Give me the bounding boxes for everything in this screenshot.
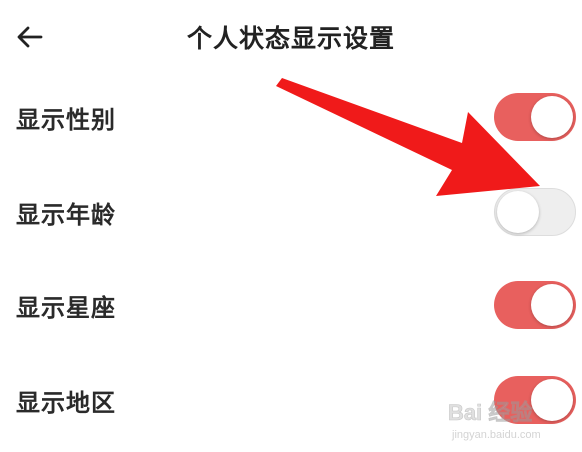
top-bar: 个人状态显示设置: [0, 0, 582, 72]
setting-label-zodiac: 显示星座: [16, 294, 116, 322]
setting-row-age: 显示年龄: [0, 182, 582, 242]
setting-row-zodiac: 显示星座: [0, 275, 582, 335]
setting-row-region: 显示地区: [0, 370, 582, 430]
watermark-sub: jingyan.baidu.com: [451, 429, 541, 441]
toggle-knob: [531, 284, 573, 326]
toggle-knob: [531, 96, 573, 138]
toggle-knob: [497, 191, 539, 233]
settings-screen: 个人状态显示设置 显示性别 显示年龄 显示星座 显示地区 Bai 经验 jing…: [0, 0, 582, 452]
toggle-show-gender[interactable]: [494, 93, 576, 141]
setting-label-gender: 显示性别: [16, 106, 116, 134]
toggle-knob: [531, 379, 573, 421]
toggle-show-region[interactable]: [494, 376, 576, 424]
setting-label-age: 显示年龄: [16, 201, 116, 229]
page-title: 个人状态显示设置: [186, 24, 395, 53]
toggle-show-zodiac[interactable]: [494, 281, 576, 329]
toggle-show-age[interactable]: [494, 188, 576, 236]
setting-row-gender: 显示性别: [0, 87, 582, 147]
setting-label-region: 显示地区: [16, 389, 116, 417]
